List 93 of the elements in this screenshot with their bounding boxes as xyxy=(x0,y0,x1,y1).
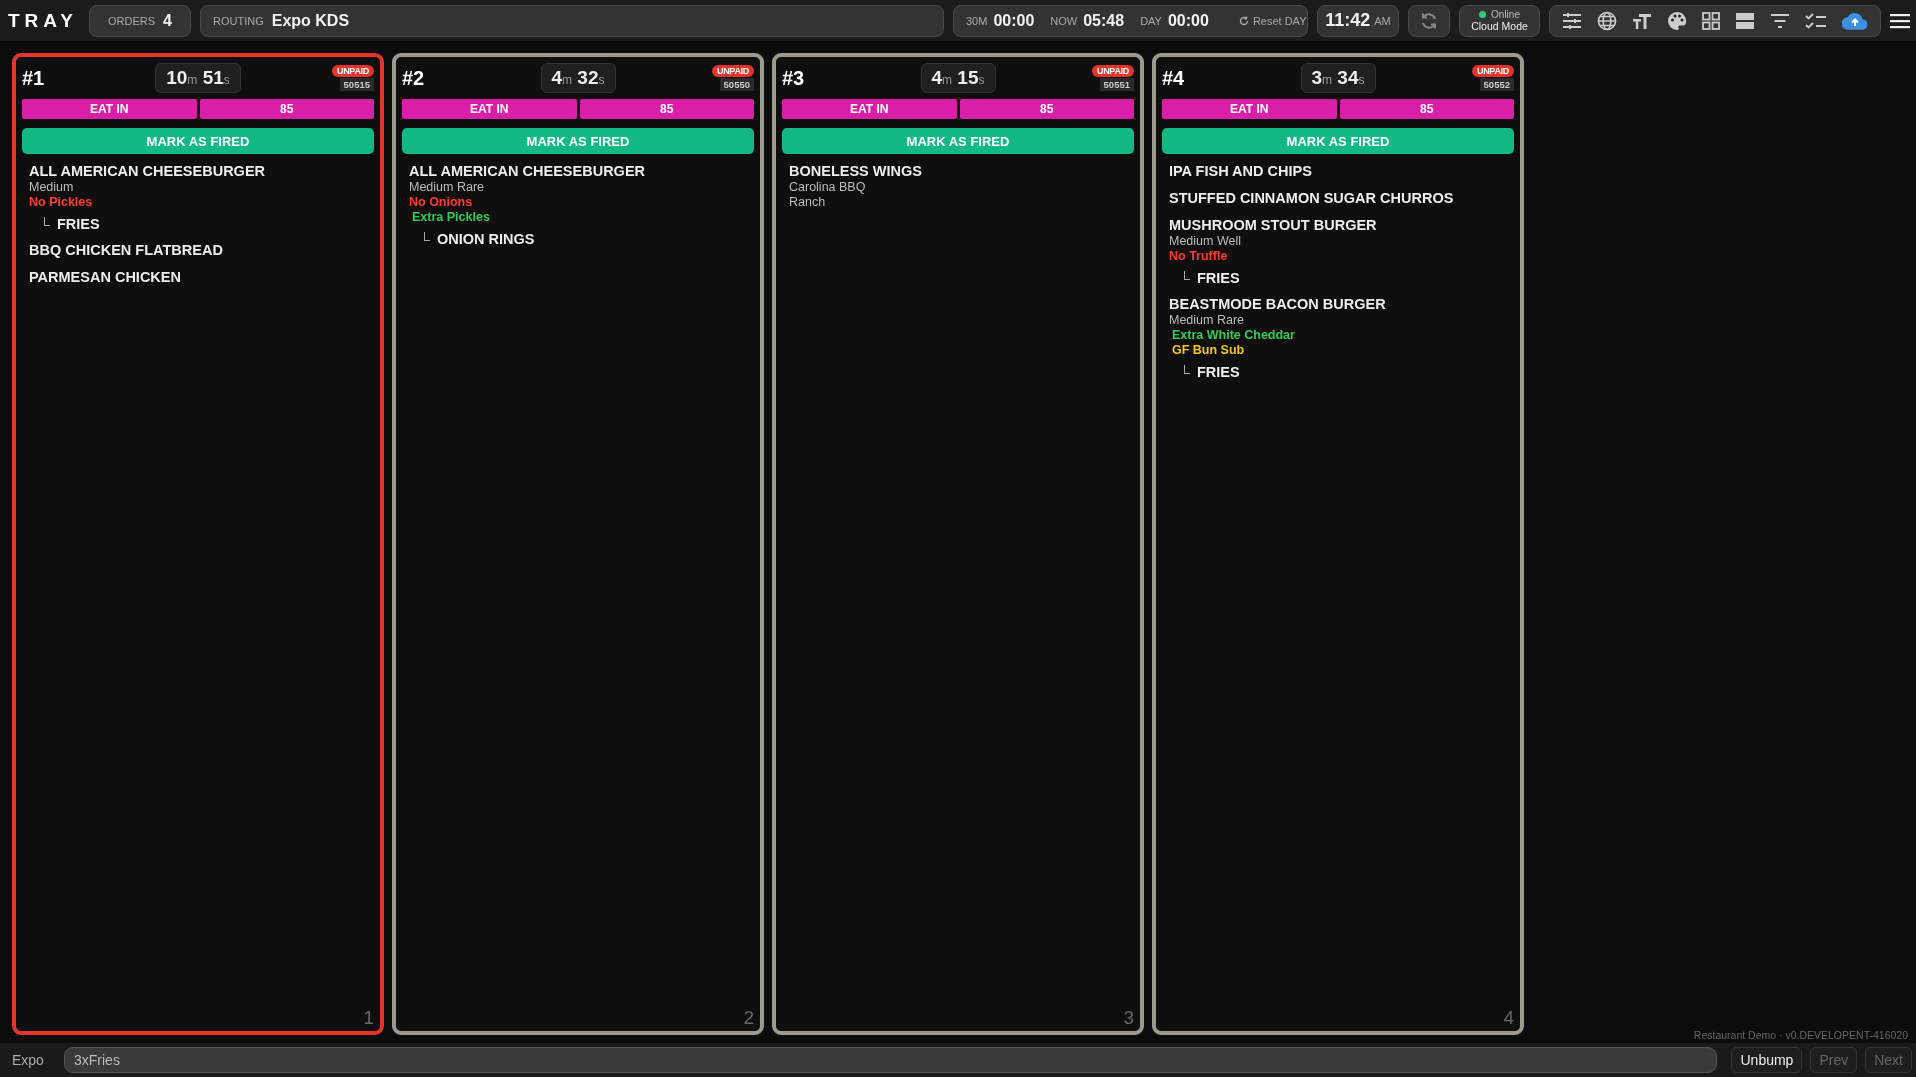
mark-as-fired-button[interactable]: MARK AS FIRED xyxy=(782,128,1134,154)
clock-time: 11:42 xyxy=(1325,10,1371,31)
order-id: 50550 xyxy=(719,78,754,91)
item-name: FRIES xyxy=(57,216,100,232)
item-name: IPA FISH AND CHIPS xyxy=(1169,162,1313,180)
table-button[interactable]: 85 xyxy=(959,99,1134,119)
child-connector-icon xyxy=(1184,365,1190,374)
ticket-number: #1 xyxy=(22,66,46,90)
modifier-text: No Pickles xyxy=(29,195,94,210)
timer-value: 00:00 xyxy=(1167,11,1209,30)
modifier-text: GF Bun Sub xyxy=(1171,343,1246,358)
mark-as-fired-button[interactable]: MARK AS FIRED xyxy=(1162,128,1514,154)
routing-value: Expo KDS xyxy=(271,11,350,30)
item-name: FRIES xyxy=(1197,270,1240,286)
unpaid-badge: UNPAID xyxy=(1091,65,1134,77)
item-name: BEASTMODE BACON BURGER xyxy=(1169,295,1387,313)
ticket-number: #3 xyxy=(782,66,806,90)
unpaid-badge: UNPAID xyxy=(711,65,754,77)
mode-text: Cloud Mode xyxy=(1471,20,1528,32)
table-button[interactable]: 85 xyxy=(199,99,374,119)
table-button[interactable]: 85 xyxy=(579,99,754,119)
item-name: FRIES xyxy=(1197,364,1240,380)
command-input[interactable]: 3xFries xyxy=(64,1047,1718,1073)
footer-button[interactable]: Unbump xyxy=(1731,1047,1803,1073)
item-name: MUSHROOM STOUT BURGER xyxy=(1169,216,1378,234)
palette-icon[interactable] xyxy=(1667,10,1687,31)
item-name: BONELESS WINGS xyxy=(789,162,923,180)
rows-icon[interactable] xyxy=(1735,11,1755,30)
child-connector-icon xyxy=(424,232,430,241)
order-type-button[interactable]: EAT IN xyxy=(22,99,197,119)
order-id: 50552 xyxy=(1479,78,1514,91)
modifier-text: Medium xyxy=(29,180,75,195)
status-text: Online xyxy=(1491,9,1520,20)
orders-label: ORDERS xyxy=(108,14,156,27)
refresh-icon xyxy=(1420,11,1438,30)
item-name: PARMESAN CHICKEN xyxy=(29,268,182,286)
item-name: STUFFED CINNAMON SUGAR CHURROS xyxy=(1169,189,1455,207)
ticket-number: #2 xyxy=(402,66,426,90)
version-text: Restaurant Demo · v0.DEVELOPENT-416020 xyxy=(1693,1029,1908,1041)
table-button[interactable]: 85 xyxy=(1339,99,1514,119)
ticket-position: 4 xyxy=(1503,1007,1514,1029)
item-name: ALL AMERICAN CHEESEBURGER xyxy=(29,162,267,180)
mark-as-fired-button[interactable]: MARK AS FIRED xyxy=(22,128,374,154)
connection-status[interactable]: Online Cloud Mode xyxy=(1459,4,1540,37)
ticket-position: 3 xyxy=(1123,1007,1134,1029)
routing-selector[interactable]: ROUTING Expo KDS xyxy=(200,4,944,37)
reset-icon xyxy=(1238,15,1249,26)
refresh-button[interactable] xyxy=(1408,4,1450,37)
checklist-icon[interactable] xyxy=(1805,11,1827,30)
item-name: ONION RINGS xyxy=(437,231,535,247)
order-type-button[interactable]: EAT IN xyxy=(402,99,577,119)
unpaid-badge: UNPAID xyxy=(1471,65,1514,77)
child-connector-icon xyxy=(44,217,50,226)
child-connector-icon xyxy=(1184,271,1190,280)
ticket-card[interactable] xyxy=(1152,53,1524,1035)
item-name: BBQ CHICKEN FLATBREAD xyxy=(29,241,224,259)
cloud-upload-icon[interactable] xyxy=(1842,11,1868,30)
timer-label: DAY xyxy=(1140,14,1162,27)
modifier-text: No Onions xyxy=(409,195,474,210)
text-size-icon[interactable] xyxy=(1632,11,1652,30)
routing-label: ROUTING xyxy=(213,14,264,27)
ticket-position: 1 xyxy=(363,1007,374,1029)
ticket-number: #4 xyxy=(1162,66,1186,90)
orders-count: 4 xyxy=(163,11,172,30)
order-type-button[interactable]: EAT IN xyxy=(1162,99,1337,119)
menu-icon[interactable] xyxy=(1890,12,1910,29)
globe-icon[interactable] xyxy=(1597,10,1617,31)
modifier-text: Ranch xyxy=(789,195,827,210)
unpaid-badge: UNPAID xyxy=(331,65,374,77)
modifier-text: No Truffle xyxy=(1169,249,1229,264)
item-name: ALL AMERICAN CHEESEBURGER xyxy=(409,162,647,180)
grid-icon[interactable] xyxy=(1702,11,1720,30)
logo: TRAY xyxy=(8,8,79,33)
mark-as-fired-button[interactable]: MARK AS FIRED xyxy=(402,128,754,154)
modifier-text: Carolina BBQ xyxy=(789,180,867,195)
order-id: 50551 xyxy=(1099,78,1134,91)
timer-value: 00:00 xyxy=(993,11,1035,30)
order-id: 50515 xyxy=(339,78,374,91)
clock-period: AM xyxy=(1374,14,1391,27)
reset-day-button[interactable]: Reset DAY xyxy=(1238,14,1307,27)
timer-label: NOW xyxy=(1050,14,1078,27)
ticket-position: 2 xyxy=(743,1007,754,1029)
station-label: Expo xyxy=(12,1052,45,1068)
modifier-text: Medium Rare xyxy=(1169,313,1246,328)
sliders-icon[interactable] xyxy=(1562,11,1582,30)
timer-value: 05:48 xyxy=(1083,11,1125,30)
filter-icon[interactable] xyxy=(1770,12,1790,29)
modifier-text: Extra Pickles xyxy=(411,210,491,225)
modifier-text: Medium Well xyxy=(1169,234,1242,249)
modifier-text: Medium Rare xyxy=(409,180,486,195)
timer-label: 30M xyxy=(966,14,988,27)
order-type-button[interactable]: EAT IN xyxy=(782,99,957,119)
modifier-text: Extra White Cheddar xyxy=(1171,328,1296,343)
